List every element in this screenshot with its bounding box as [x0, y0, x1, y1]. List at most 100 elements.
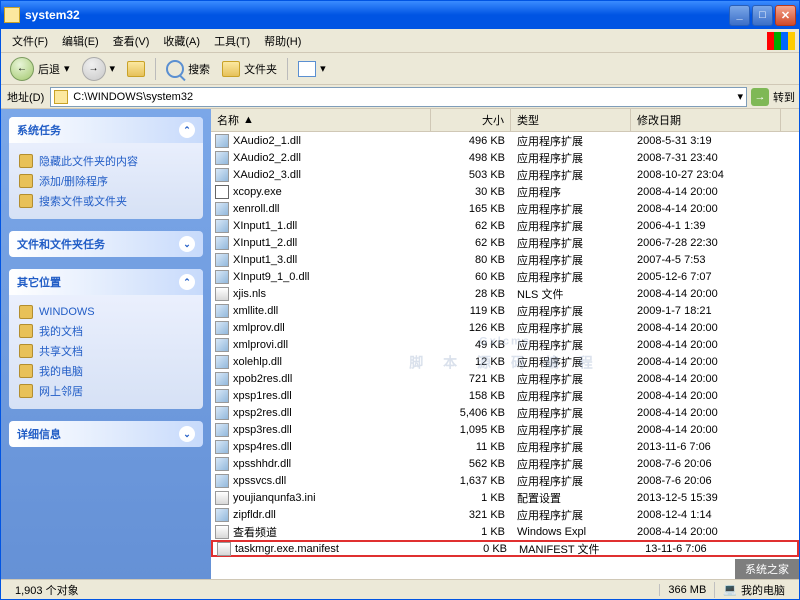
- file-date: 2008-7-6 20:06: [631, 475, 781, 487]
- file-icon: [215, 168, 229, 182]
- file-row[interactable]: xcopy.exe30 KB应用程序2008-4-14 20:00: [211, 183, 799, 200]
- file-size: 62 KB: [431, 237, 511, 249]
- panel-header[interactable]: 文件和文件夹任务⌄: [9, 231, 203, 257]
- file-name: xpsshhdr.dll: [233, 458, 291, 470]
- link-icon: [19, 384, 33, 398]
- file-icon: [215, 406, 229, 420]
- sidebar: 系统任务⌃ 隐藏此文件夹的内容添加/删除程序搜索文件或文件夹文件和文件夹任务⌄ 其它…: [1, 109, 211, 579]
- panel-header[interactable]: 其它位置⌃: [9, 269, 203, 295]
- panel-link[interactable]: 网上邻居: [19, 381, 193, 401]
- file-row[interactable]: xolehlp.dll12 KB应用程序扩展2008-4-14 20:00: [211, 353, 799, 370]
- file-type: 应用程序扩展: [511, 218, 631, 234]
- file-date: 13-11-6 7:06: [633, 543, 783, 555]
- column-name[interactable]: 名称 ▲: [211, 109, 431, 131]
- file-row[interactable]: XAudio2_3.dll503 KB应用程序扩展2008-10-27 23:0…: [211, 166, 799, 183]
- menu-file[interactable]: 文件(F): [5, 31, 55, 51]
- panel-link[interactable]: 共享文档: [19, 341, 193, 361]
- file-type: 应用程序扩展: [511, 269, 631, 285]
- file-size: 503 KB: [431, 169, 511, 181]
- column-date[interactable]: 修改日期: [631, 109, 781, 131]
- panel-link[interactable]: 我的文档: [19, 321, 193, 341]
- file-row[interactable]: xpsp1res.dll158 KB应用程序扩展2008-4-14 20:00: [211, 387, 799, 404]
- file-row[interactable]: xenroll.dll165 KB应用程序扩展2008-4-14 20:00: [211, 200, 799, 217]
- menu-edit[interactable]: 编辑(E): [55, 31, 106, 51]
- file-size: 60 KB: [431, 271, 511, 283]
- file-row[interactable]: xmlprovi.dll49 KB应用程序扩展2008-4-14 20:00: [211, 336, 799, 353]
- menu-help[interactable]: 帮助(H): [257, 31, 308, 51]
- column-size[interactable]: 大小: [431, 109, 511, 131]
- file-row[interactable]: XInput1_3.dll80 KB应用程序扩展2007-4-5 7:53: [211, 251, 799, 268]
- address-input[interactable]: [73, 91, 737, 103]
- panel-link[interactable]: 添加/删除程序: [19, 171, 193, 191]
- file-row[interactable]: xjis.nls28 KBNLS 文件2008-4-14 20:00: [211, 285, 799, 302]
- panel-link[interactable]: WINDOWS: [19, 303, 193, 321]
- file-row[interactable]: XInput1_1.dll62 KB应用程序扩展2006-4-1 1:39: [211, 217, 799, 234]
- file-row[interactable]: xpssvcs.dll1,637 KB应用程序扩展2008-7-6 20:06: [211, 472, 799, 489]
- up-button[interactable]: [122, 58, 150, 80]
- column-headers: 名称 ▲ 大小 类型 修改日期: [211, 109, 799, 132]
- sidebar-panel: 详细信息⌄: [9, 421, 203, 447]
- separator: [287, 58, 288, 80]
- file-date: 2008-4-14 20:00: [631, 424, 781, 436]
- back-arrow-icon: ←: [10, 57, 34, 81]
- menu-favorites[interactable]: 收藏(A): [156, 31, 207, 51]
- file-date: 2006-4-1 1:39: [631, 220, 781, 232]
- dropdown-icon: ▾: [110, 62, 116, 75]
- views-button[interactable]: ▾: [293, 58, 331, 80]
- file-date: 2008-4-14 20:00: [631, 186, 781, 198]
- file-icon: [215, 372, 229, 386]
- back-button[interactable]: ← 后退 ▾: [5, 54, 75, 84]
- file-row[interactable]: xpsp4res.dll11 KB应用程序扩展2013-11-6 7:06: [211, 438, 799, 455]
- file-row[interactable]: XInput9_1_0.dll60 KB应用程序扩展2005-12-6 7:07: [211, 268, 799, 285]
- file-row[interactable]: xpsp2res.dll5,406 KB应用程序扩展2008-4-14 20:0…: [211, 404, 799, 421]
- file-row[interactable]: XInput1_2.dll62 KB应用程序扩展2006-7-28 22:30: [211, 234, 799, 251]
- file-type: 配置设置: [511, 490, 631, 506]
- file-row[interactable]: XAudio2_2.dll498 KB应用程序扩展2008-7-31 23:40: [211, 149, 799, 166]
- file-name: XAudio2_1.dll: [233, 135, 301, 147]
- menu-tools[interactable]: 工具(T): [207, 31, 257, 51]
- panel-header[interactable]: 系统任务⌃: [9, 117, 203, 143]
- menu-view[interactable]: 查看(V): [106, 31, 157, 51]
- file-row[interactable]: xpsp3res.dll1,095 KB应用程序扩展2008-4-14 20:0…: [211, 421, 799, 438]
- dropdown-icon[interactable]: ▾: [737, 90, 743, 103]
- panel-link[interactable]: 我的电脑: [19, 361, 193, 381]
- file-type: 应用程序扩展: [511, 201, 631, 217]
- panel-body: WINDOWS我的文档共享文档我的电脑网上邻居: [9, 295, 203, 409]
- panel-title: 详细信息: [17, 426, 61, 442]
- minimize-button[interactable]: _: [729, 5, 750, 26]
- search-button[interactable]: 搜索: [161, 57, 215, 81]
- close-button[interactable]: ✕: [775, 5, 796, 26]
- go-button[interactable]: →: [751, 88, 769, 106]
- link-icon: [19, 364, 33, 378]
- file-row[interactable]: 查看频道1 KBWindows Expl2008-4-14 20:00: [211, 523, 799, 540]
- file-row[interactable]: xpob2res.dll721 KB应用程序扩展2008-4-14 20:00: [211, 370, 799, 387]
- file-row[interactable]: xmllite.dll119 KB应用程序扩展2009-1-7 18:21: [211, 302, 799, 319]
- file-row[interactable]: youjianqunfa3.ini1 KB配置设置2013-12-5 15:39: [211, 489, 799, 506]
- panel-link[interactable]: 搜索文件或文件夹: [19, 191, 193, 211]
- file-date: 2008-4-14 20:00: [631, 288, 781, 300]
- file-size: 11 KB: [431, 441, 511, 453]
- views-icon: [298, 61, 316, 77]
- windows-logo-icon: [767, 32, 795, 50]
- content-area: 系统任务⌃ 隐藏此文件夹的内容添加/删除程序搜索文件或文件夹文件和文件夹任务⌄ 其它…: [1, 109, 799, 579]
- file-icon: [215, 202, 229, 216]
- file-row[interactable]: XAudio2_1.dll496 KB应用程序扩展2008-5-31 3:19: [211, 132, 799, 149]
- statusbar: 1,903 个对象 366 MB 💻 我的电脑: [1, 579, 799, 599]
- titlebar: system32 _ □ ✕: [1, 1, 799, 29]
- file-size: 158 KB: [431, 390, 511, 402]
- folders-button[interactable]: 文件夹: [217, 58, 282, 80]
- file-row[interactable]: xpsshhdr.dll562 KB应用程序扩展2008-7-6 20:06: [211, 455, 799, 472]
- column-type[interactable]: 类型: [511, 109, 631, 131]
- forward-button[interactable]: → ▾: [77, 54, 121, 84]
- panel-link[interactable]: 隐藏此文件夹的内容: [19, 151, 193, 171]
- file-icon: [215, 355, 229, 369]
- file-row[interactable]: taskmgr.exe.manifest0 KBMANIFEST 文件 13-1…: [211, 540, 799, 557]
- maximize-button[interactable]: □: [752, 5, 773, 26]
- file-row[interactable]: xmlprov.dll126 KB应用程序扩展2008-4-14 20:00: [211, 319, 799, 336]
- file-date: 2008-4-14 20:00: [631, 356, 781, 368]
- address-input-container[interactable]: ▾: [50, 87, 747, 107]
- file-type: 应用程序扩展: [511, 456, 631, 472]
- file-row[interactable]: zipfldr.dll321 KB应用程序扩展2008-12-4 1:14: [211, 506, 799, 523]
- panel-header[interactable]: 详细信息⌄: [9, 421, 203, 447]
- file-name: xpsp3res.dll: [233, 424, 292, 436]
